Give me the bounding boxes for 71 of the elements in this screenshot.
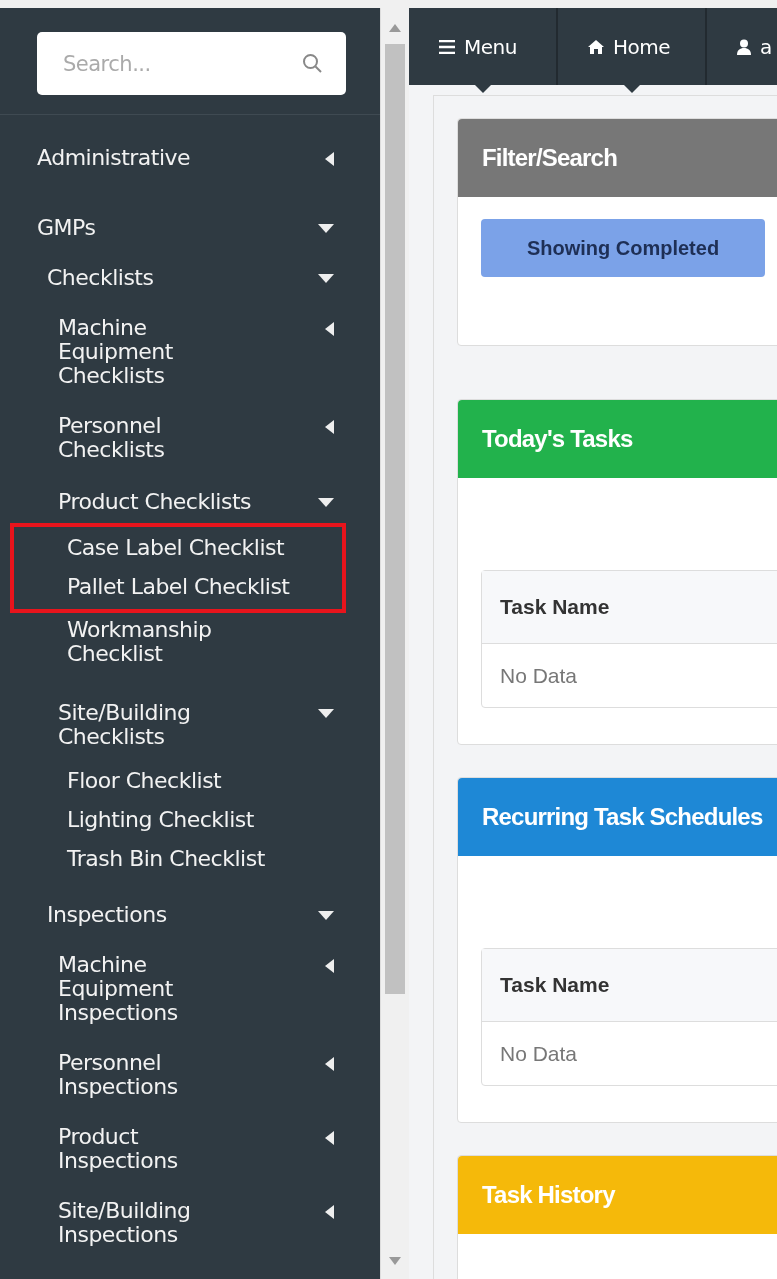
scroll-thumb[interactable] (385, 44, 405, 994)
nav-item[interactable]: Pallet Label Checklist (14, 568, 342, 607)
nav-tab[interactable]: a (707, 8, 777, 85)
nav-item-label: Trash Bin Checklist (67, 845, 265, 873)
caret-left-icon (325, 420, 334, 434)
nav-item[interactable]: Checklists (0, 263, 380, 303)
panel-header: Filter/Search (458, 119, 777, 197)
nav-item-label: Administrative (37, 144, 191, 172)
nav-item[interactable]: Site/Building Checklists (0, 688, 380, 762)
caret-down-icon (318, 274, 334, 283)
nav-item[interactable]: Inspections (0, 900, 380, 940)
caret-left-icon (325, 959, 334, 973)
caret-left-icon (325, 1205, 334, 1219)
nav-item-label: Pallet Label Checklist (67, 573, 290, 601)
nav-item-label: Personnel Checklists (58, 414, 165, 462)
nav-item-label: Inspections (47, 901, 167, 929)
nav-item[interactable]: Product Inspections (0, 1112, 380, 1186)
nav-item-label: Case Label Checklist (67, 534, 285, 562)
nav-item[interactable]: Workmanship Checklist (0, 613, 380, 672)
caret-down-icon (318, 498, 334, 507)
nav-item[interactable]: GMPs (0, 193, 380, 263)
nav-item-label: Site/Building Inspections (58, 1199, 191, 1247)
user-icon (737, 38, 751, 55)
nav-item[interactable]: Personnel Checklists (0, 401, 380, 475)
nav-item-label: GMPs (37, 214, 96, 242)
menu-icon (439, 39, 455, 54)
nav-tab[interactable]: Menu (409, 8, 556, 85)
caret-left-icon (325, 1131, 334, 1145)
nav-item-label: Product Inspections (58, 1125, 178, 1173)
nav-item[interactable]: Lighting Checklist (0, 801, 380, 840)
nav-item[interactable]: Floor Checklist (0, 762, 380, 801)
nav-item[interactable]: Product Checklists (0, 475, 380, 529)
caret-left-icon (325, 322, 334, 336)
scroll-up-icon[interactable] (389, 24, 401, 32)
table-cell-text: No Data (499, 1040, 579, 1067)
caret-down-icon (318, 709, 334, 718)
column-header: Task Name (482, 949, 777, 1022)
panel-header: Today's Tasks (458, 400, 777, 478)
nav-item[interactable]: Case Label Checklist (14, 529, 342, 568)
column-header: Task Name (482, 571, 777, 644)
caret-down-icon (318, 911, 334, 920)
nav-item-label: Site/Building Checklists (58, 701, 191, 749)
nav-item[interactable]: Machine Equipment Inspections (0, 940, 380, 1038)
table-cell-text: No Data (499, 662, 579, 689)
home-icon (588, 39, 604, 54)
nav-item-label: Floor Checklist (67, 767, 222, 795)
nav-item-label: Machine Equipment Inspections (58, 953, 178, 1025)
nav-item-label: Workmanship Checklist (67, 618, 212, 666)
caret-left-icon (325, 152, 334, 166)
nav-tab[interactable]: Home (558, 8, 705, 85)
nav-item-label: Machine Equipment Checklists (58, 316, 173, 388)
nav-item-label: Personnel Inspections (58, 1051, 178, 1099)
filter-toggle-button[interactable]: Showing Completed (481, 219, 765, 277)
search-icon (302, 53, 322, 73)
scroll-down-icon[interactable] (389, 1257, 401, 1265)
tab-label: Home (613, 34, 671, 59)
nav-item[interactable]: Administrative (0, 123, 380, 193)
nav-item-label: Lighting Checklist (67, 806, 254, 834)
search-field[interactable]: Search... (37, 32, 346, 95)
nav-item-label: Product Checklists (58, 488, 251, 516)
caret-left-icon (325, 1057, 334, 1071)
panel-header: Recurring Task Schedules (458, 778, 777, 856)
nav-item[interactable]: Trash Bin Checklist (0, 840, 380, 879)
tab-label: a (760, 34, 772, 59)
nav-item[interactable]: Site/Building Inspections (0, 1186, 380, 1260)
caret-down-icon (318, 224, 334, 233)
tab-label: Menu (464, 34, 517, 59)
panel-header: Task History (458, 1156, 777, 1234)
nav-item[interactable]: Personnel Inspections (0, 1038, 380, 1112)
nav-item[interactable]: Machine Equipment Checklists (0, 303, 380, 401)
nav-item-label: Checklists (47, 264, 154, 292)
